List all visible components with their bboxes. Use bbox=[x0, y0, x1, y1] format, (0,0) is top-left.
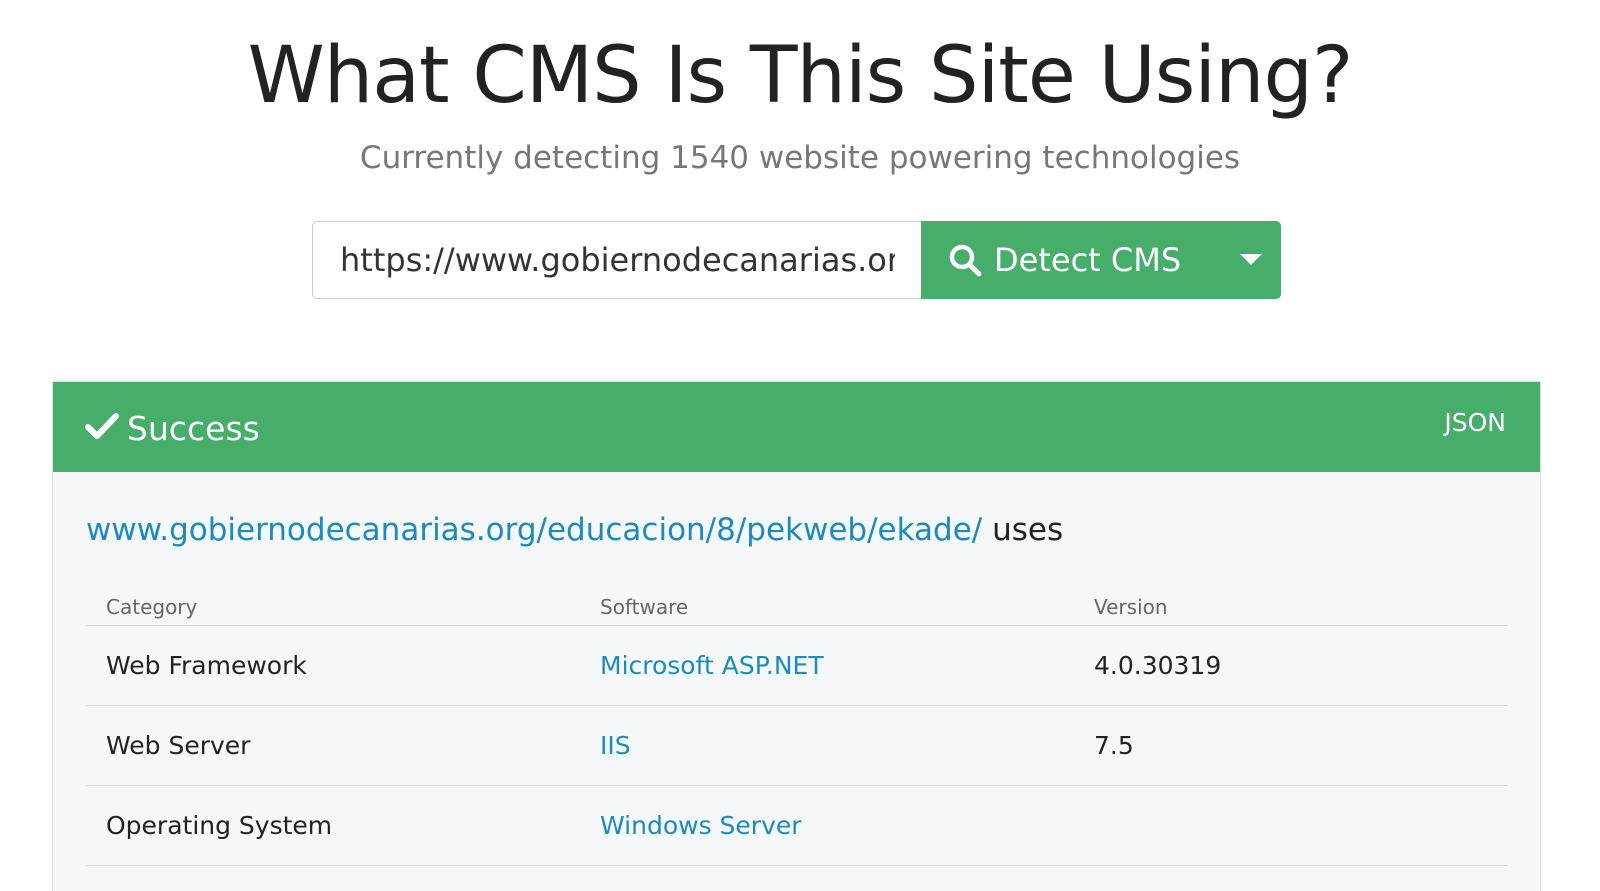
result-panel: Success JSON www.gobiernodecanarias.org/… bbox=[52, 381, 1541, 891]
detect-cms-button[interactable]: Detect CMS bbox=[921, 221, 1281, 299]
search-icon bbox=[949, 244, 982, 277]
table-row: Operating System Windows Server bbox=[86, 785, 1508, 866]
status-text: Success bbox=[127, 408, 260, 448]
software-link[interactable]: Microsoft ASP.NET bbox=[600, 651, 824, 680]
category-cell: Web Server bbox=[86, 705, 580, 786]
page-title: What CMS Is This Site Using? bbox=[247, 31, 1354, 121]
page-subtitle: Currently detecting 1540 website powerin… bbox=[359, 140, 1241, 176]
column-header-category: Category bbox=[86, 592, 580, 626]
json-link[interactable]: JSON bbox=[1444, 408, 1506, 437]
site-url-link[interactable]: www.gobiernodecanarias.org/educacion/8/p… bbox=[86, 512, 982, 548]
software-link[interactable]: Windows Server bbox=[600, 811, 802, 840]
table-row: Web Server IIS 7.5 bbox=[86, 705, 1508, 786]
category-cell: Web Framework bbox=[86, 625, 580, 706]
table-row: Web Framework Microsoft ASP.NET 4.0.3031… bbox=[86, 625, 1508, 706]
caret-down-icon bbox=[1240, 254, 1262, 265]
results-table: Category Software Version Web Framework … bbox=[86, 592, 1508, 866]
uses-text: uses bbox=[992, 512, 1064, 548]
check-icon bbox=[85, 413, 119, 439]
detect-cms-label: Detect CMS bbox=[994, 241, 1182, 279]
url-input[interactable] bbox=[312, 221, 921, 299]
version-cell: 4.0.30319 bbox=[1074, 625, 1508, 706]
category-cell: Operating System bbox=[86, 785, 580, 866]
options-dropdown-toggle[interactable] bbox=[1221, 221, 1281, 299]
table-header-row: Category Software Version bbox=[86, 592, 1508, 626]
detect-form: Detect CMS bbox=[312, 221, 1281, 299]
page: What CMS Is This Site Using? Currently d… bbox=[0, 0, 1600, 891]
software-cell: Microsoft ASP.NET bbox=[580, 625, 1074, 706]
column-header-version: Version bbox=[1074, 592, 1508, 626]
software-cell: Windows Server bbox=[580, 785, 1074, 866]
software-link[interactable]: IIS bbox=[600, 731, 631, 760]
version-cell bbox=[1074, 785, 1508, 866]
column-header-software: Software bbox=[580, 592, 1074, 626]
version-cell: 7.5 bbox=[1074, 705, 1508, 786]
result-summary: www.gobiernodecanarias.org/educacion/8/p… bbox=[86, 510, 1063, 550]
result-header: Success JSON bbox=[53, 382, 1540, 472]
software-cell: IIS bbox=[580, 705, 1074, 786]
